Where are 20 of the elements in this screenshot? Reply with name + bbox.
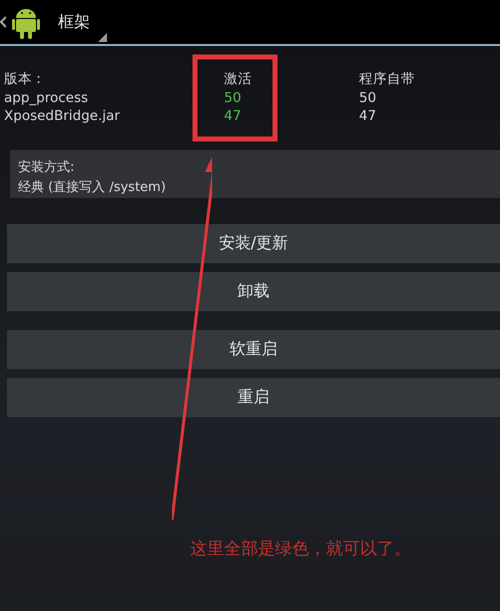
column-header: 激活 <box>224 70 253 88</box>
window-title: 框架 <box>58 12 90 32</box>
install-mode-label: 安装方式: <box>18 159 76 176</box>
dropdown-corner-icon[interactable] <box>98 33 107 42</box>
active-version: 47 <box>224 108 242 124</box>
action-button[interactable]: 安装/更新 <box>7 224 500 264</box>
back-icon[interactable] <box>0 16 6 28</box>
action-button[interactable]: 卸载 <box>7 272 500 312</box>
active-version: 50 <box>224 90 242 106</box>
install-mode-value: 经典 (直接写入 /system) <box>18 179 167 196</box>
action-button[interactable]: 重启 <box>7 378 500 418</box>
component-name: XposedBridge.jar <box>4 108 121 124</box>
annotation-note: 这里全部是绿色，就可以了。 <box>190 538 411 560</box>
bundled-version: 47 <box>359 108 378 124</box>
version-label: 版本 : <box>4 70 42 88</box>
bundled-version: 50 <box>359 90 378 106</box>
install-mode-panel[interactable]: 安装方式: 经典 (直接写入 /system) <box>10 150 500 198</box>
component-name: app_process <box>4 90 90 106</box>
column-header: 程序自带 <box>359 70 416 88</box>
action-button[interactable]: 软重启 <box>7 330 500 370</box>
